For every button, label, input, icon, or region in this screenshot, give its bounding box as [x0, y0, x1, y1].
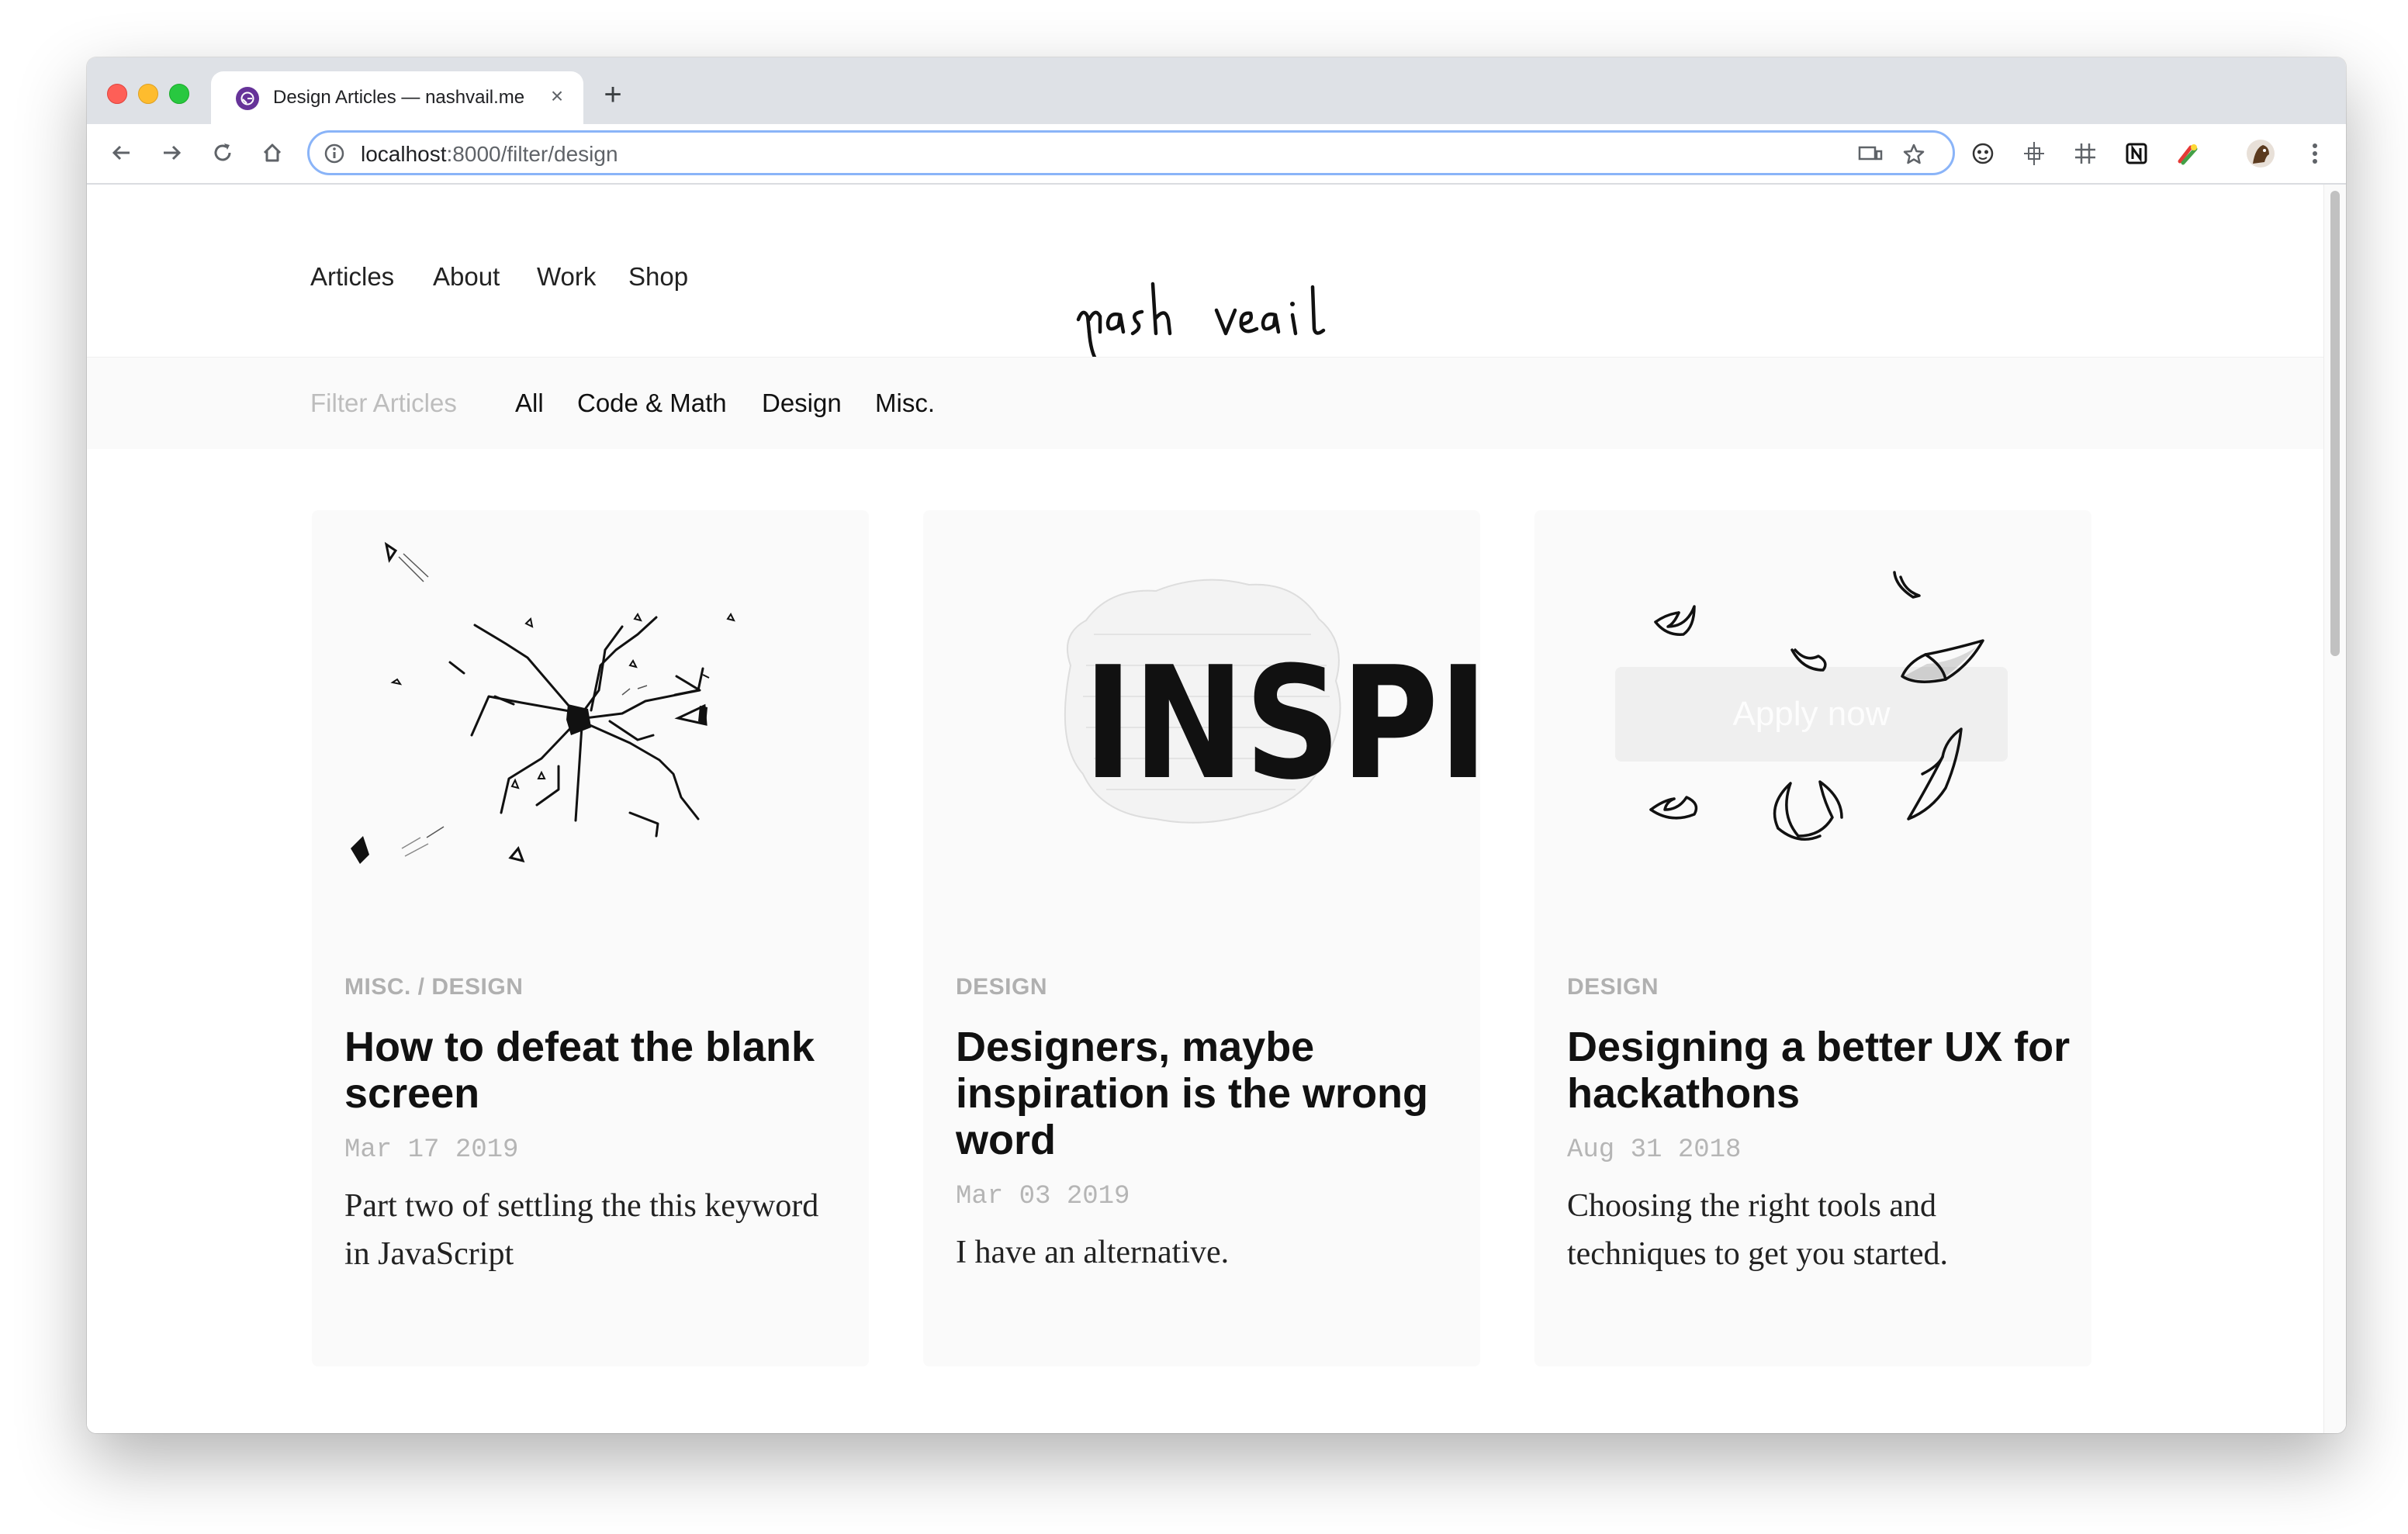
tab-strip: Design Articles — nashvail.me × +	[87, 57, 2346, 124]
nav-about[interactable]: About	[433, 262, 500, 292]
reload-icon[interactable]	[203, 133, 242, 172]
new-tab-button[interactable]: +	[597, 79, 628, 110]
minimize-window-button[interactable]	[138, 84, 158, 104]
browser-window: Design Articles — nashvail.me × + localh…	[87, 57, 2346, 1433]
filter-misc[interactable]: Misc.	[875, 389, 935, 418]
profile-avatar-icon[interactable]	[2245, 138, 2276, 169]
filter-label: Filter Articles	[310, 389, 457, 417]
extension-measure-icon[interactable]	[2019, 138, 2050, 169]
card-title[interactable]: Designers, maybe inspiration is the wron…	[956, 1024, 1460, 1163]
article-card[interactable]: INSPI DESIGN Designers, maybe inspiratio…	[923, 510, 1488, 1366]
card-illustration-shattered	[312, 510, 869, 929]
filter-code-math[interactable]: Code & Math	[577, 389, 727, 418]
back-icon[interactable]	[102, 133, 141, 172]
card-date: Aug 31 2018	[1567, 1135, 1742, 1165]
filter-all[interactable]: All	[515, 389, 544, 418]
filter-bar: Filter Articles All Code & Math Design M…	[87, 357, 2324, 449]
site-info-icon[interactable]	[323, 143, 345, 168]
card-category: DESIGN	[1567, 974, 1659, 1000]
filter-design[interactable]: Design	[762, 389, 842, 418]
nav-work[interactable]: Work	[537, 262, 596, 292]
card-illustration-inspi: INSPI	[923, 510, 1488, 929]
card-category: DESIGN	[956, 974, 1048, 1000]
card-date: Mar 17 2019	[344, 1135, 519, 1165]
page-scrollbar[interactable]	[2323, 185, 2346, 1433]
tab-close-icon[interactable]: ×	[545, 84, 569, 109]
url-text: localhost:8000/filter/design	[361, 142, 618, 167]
web-page: Articles About Work Shop Filter Articles…	[87, 185, 2324, 1433]
card-illustration-papers: Apply now	[1534, 510, 2091, 929]
home-icon[interactable]	[253, 133, 292, 172]
url-path: :8000/filter/design	[446, 142, 618, 166]
article-card[interactable]: MISC. / DESIGN How to defeat the blank s…	[312, 510, 869, 1366]
site-header: Articles About Work Shop	[87, 185, 2324, 364]
extension-colorpick-icon[interactable]	[2172, 138, 2203, 169]
nav-shop[interactable]: Shop	[628, 262, 688, 292]
address-bar[interactable]: localhost:8000/filter/design	[307, 130, 1955, 175]
bookmark-star-icon[interactable]	[1900, 140, 1928, 168]
card-title[interactable]: Designing a better UX for hackathons	[1567, 1024, 2071, 1117]
forward-icon[interactable]	[152, 133, 191, 172]
card-description: I have an alternative.	[956, 1235, 1230, 1270]
article-card[interactable]: Apply now DESIGN Designing a better UX f…	[1534, 510, 2091, 1366]
card-description: Part two of settling the this keyword in…	[344, 1188, 819, 1272]
cast-icon[interactable]	[1856, 140, 1884, 168]
extension-grid-icon[interactable]	[2070, 138, 2101, 169]
browser-toolbar: localhost:8000/filter/design	[87, 124, 2346, 185]
extension-notion-icon[interactable]	[2121, 138, 2152, 169]
card-title[interactable]: How to defeat the blank screen	[344, 1024, 849, 1117]
extension-ghost-icon[interactable]	[1967, 138, 1998, 169]
card-date: Mar 03 2019	[956, 1182, 1130, 1211]
url-host: localhost	[361, 142, 447, 166]
tab-title: Design Articles — nashvail.me	[273, 87, 525, 108]
zoom-window-button[interactable]	[169, 84, 189, 104]
card-description: Choosing the right tools and techniques …	[1567, 1188, 1949, 1272]
card-category: MISC. / DESIGN	[344, 974, 524, 1000]
nav-articles[interactable]: Articles	[310, 262, 394, 292]
browser-tab-active[interactable]: Design Articles — nashvail.me ×	[211, 71, 583, 124]
close-window-button[interactable]	[107, 84, 127, 104]
chrome-menu-icon[interactable]	[2299, 138, 2330, 169]
gatsby-favicon-icon	[236, 87, 259, 110]
scrollbar-thumb[interactable]	[2330, 191, 2340, 656]
inspi-text: INSPI	[1083, 634, 1480, 814]
